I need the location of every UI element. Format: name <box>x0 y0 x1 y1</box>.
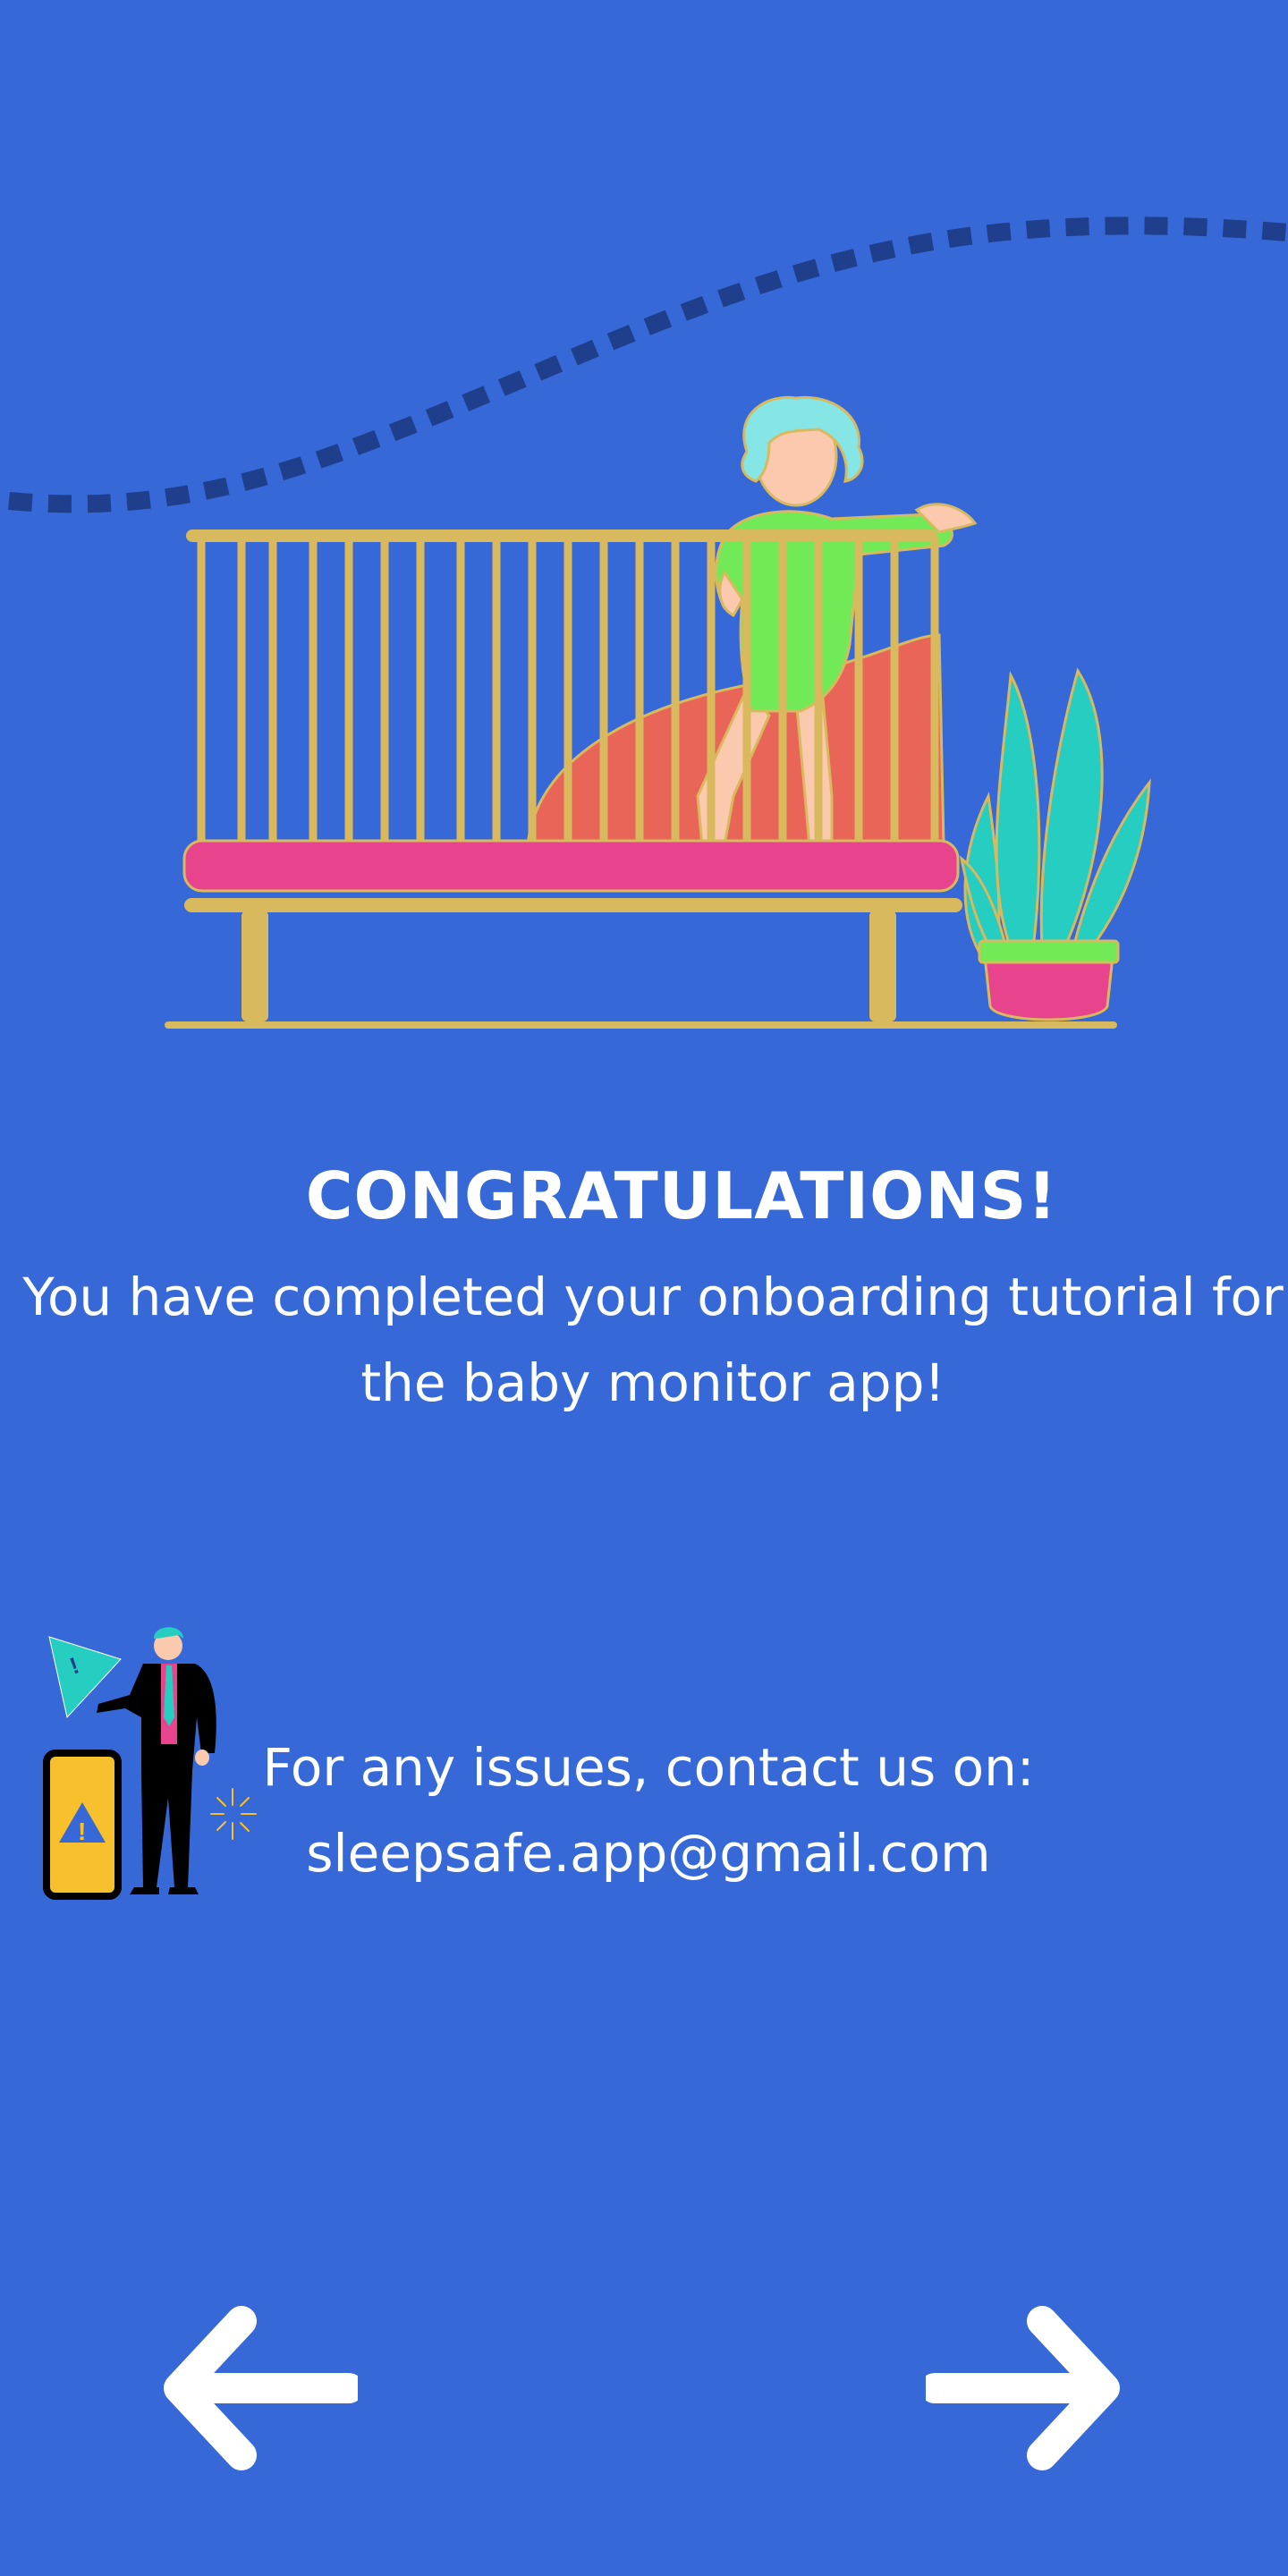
support-email[interactable]: sleepsafe.app@gmail.com <box>259 1810 1038 1896</box>
arrow-right-icon <box>926 2306 1120 2470</box>
baby-in-crib-illustration <box>165 395 1151 1029</box>
support-contact-text: For any issues, contact us on: sleepsafe… <box>259 1724 1038 1896</box>
congratulations-title: CONGRATULATIONS! <box>305 1158 1058 1233</box>
svg-text:!: ! <box>78 1818 86 1845</box>
support-person-illustration: ! ! <box>43 1627 257 1900</box>
next-button[interactable] <box>926 2299 1131 2478</box>
onboarding-complete-message: You have completed your onboarding tutor… <box>22 1267 1284 1413</box>
arrow-left-icon <box>164 2306 358 2470</box>
back-button[interactable] <box>152 2299 358 2478</box>
contact-prompt: For any issues, contact us on: <box>262 1737 1035 1798</box>
